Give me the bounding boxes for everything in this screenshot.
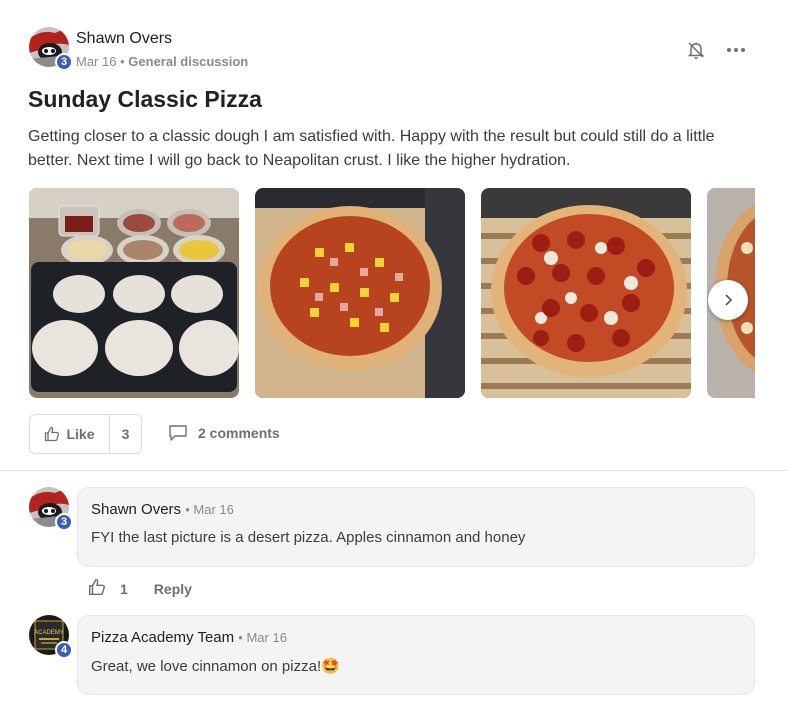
hawaiian-pizza-photo[interactable] (255, 188, 465, 398)
pepperoni-pizza-photo[interactable] (481, 188, 691, 398)
thumbs-up-icon[interactable] (88, 578, 106, 599)
comment-icon (169, 425, 187, 441)
thumbs-up-icon (45, 426, 60, 442)
like-group: Like 3 (29, 414, 142, 454)
gallery-next-button[interactable] (708, 280, 748, 320)
author-avatar[interactable]: 3 (29, 27, 73, 71)
level-badge: 3 (55, 53, 73, 71)
bell-icon[interactable] (686, 40, 706, 60)
post-meta: Mar 16 • General discussion (76, 54, 248, 69)
post-date: Mar 16 (76, 54, 117, 69)
comments-label: 2 comments (198, 425, 280, 441)
comment-like-count: 1 (120, 580, 128, 597)
meta-separator: • (120, 54, 125, 69)
image-gallery (29, 188, 755, 398)
like-count[interactable]: 3 (110, 415, 141, 453)
like-label: Like (66, 426, 95, 442)
comment-bubble: Shawn Overs • Mar 16 FYI the last pictur… (77, 487, 755, 567)
comment-author-line: Shawn Overs • Mar 16 (91, 501, 234, 518)
comment-author[interactable]: Pizza Academy Team (91, 629, 234, 646)
commenter-avatar[interactable]: ACADEMY 4 (29, 615, 73, 659)
comment-text-line: Great, we love cinnamon on pizza!🤩 (91, 657, 340, 675)
reply-button[interactable]: Reply (154, 581, 192, 597)
dough-prep-photo[interactable] (29, 188, 239, 398)
comment-text: FYI the last picture is a desert pizza. … (91, 529, 526, 546)
chevron-right-icon (725, 294, 733, 306)
comment-bubble: Pizza Academy Team • Mar 16 Great, we lo… (77, 615, 755, 695)
post-category[interactable]: General discussion (128, 54, 248, 69)
level-badge: 4 (55, 641, 73, 659)
comment-author[interactable]: Shawn Overs (91, 501, 181, 518)
section-divider (0, 470, 787, 471)
level-badge: 3 (55, 513, 73, 531)
post-title: Sunday Classic Pizza (28, 86, 262, 112)
comment-text: Great, we love cinnamon on pizza! (91, 658, 322, 675)
comment-date: • Mar 16 (238, 630, 287, 645)
avatar-logo-text: ACADEMY (34, 630, 64, 636)
comments-button[interactable]: 2 comments (168, 424, 280, 442)
post-body: Getting closer to a classic dough I am s… (28, 128, 715, 169)
like-button[interactable]: Like (30, 415, 110, 453)
more-options-icon[interactable] (724, 40, 748, 60)
comment-author-line: Pizza Academy Team • Mar 16 (91, 629, 287, 646)
comment-date: • Mar 16 (185, 502, 234, 517)
star-struck-emoji-icon: 🤩 (321, 658, 340, 675)
comment-actions: 1 Reply (88, 578, 192, 599)
author-name[interactable]: Shawn Overs (76, 30, 172, 48)
commenter-avatar[interactable]: 3 (29, 487, 73, 531)
